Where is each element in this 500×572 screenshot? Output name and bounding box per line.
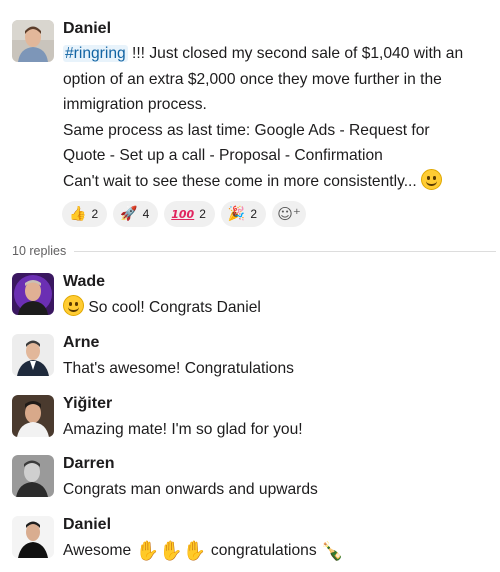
message-author[interactable]: Daniel: [63, 18, 496, 40]
reaction-count: 2: [91, 207, 99, 221]
message-body: That's awesome! Congratulations: [63, 356, 496, 382]
message-body: #ringring !!! Just closed my second sale…: [63, 41, 496, 194]
clapping-hands-icon: ✋: [159, 540, 183, 562]
reaction-count: 4: [142, 207, 150, 221]
message-body: Amazing mate! I'm so glad for you!: [63, 417, 496, 443]
champagne-bottle-icon: 🍾: [321, 541, 344, 562]
divider-line: [74, 250, 496, 252]
message-text: That's awesome! Congratulations: [63, 360, 294, 377]
message-text: Same process as last time: Google Ads - …: [63, 121, 430, 139]
reaction-party[interactable]: 🎉 2: [220, 201, 267, 227]
message-text: Quote - Set up a call - Proposal - Confi…: [63, 147, 383, 164]
reaction-count: 2: [199, 207, 206, 221]
message-text: Can't wait to see these come in more con…: [63, 172, 417, 190]
message-text: !!! Just closed my second sale of $1,040…: [127, 45, 464, 62]
thumbs-up-icon: 👍: [69, 206, 87, 222]
message-author[interactable]: Arne: [63, 332, 496, 354]
reaction-rocket[interactable]: 🚀 4: [113, 201, 159, 227]
message-text: immigration process.: [63, 96, 207, 113]
avatar[interactable]: [12, 273, 54, 315]
message-body: So cool! Congrats Daniel: [63, 295, 496, 321]
clapping-hands-icon: ✋: [182, 540, 207, 562]
avatar[interactable]: [12, 334, 54, 376]
reaction-thumbs-up[interactable]: 👍 2: [62, 201, 108, 227]
reply-message: Darren Congrats man onwards and upwards: [63, 453, 496, 503]
smile-emoji-icon: [63, 295, 84, 316]
reaction-hundred[interactable]: 100 2: [164, 201, 215, 227]
message-body: Congrats man onwards and upwards: [63, 477, 496, 503]
message-author[interactable]: Darren: [63, 453, 496, 475]
smile-emoji-icon: [421, 168, 443, 190]
avatar[interactable]: [12, 516, 54, 558]
reply-message: Daniel Awesome ✋✋✋ congratulations 🍾: [63, 514, 496, 565]
avatar[interactable]: [12, 395, 54, 437]
message-text: So cool! Congrats Daniel: [88, 299, 261, 316]
replies-divider: 10 replies: [12, 244, 496, 258]
replies-count[interactable]: 10 replies: [12, 244, 66, 258]
reaction-count: 2: [250, 207, 258, 221]
reactions-bar: 👍 2 🚀 4 100 2 🎉 2 ☺⁺: [62, 201, 307, 227]
message-author[interactable]: Yiğiter: [63, 393, 496, 415]
reply-message: Arne That's awesome! Congratulations: [63, 332, 496, 382]
message-author[interactable]: Wade: [63, 271, 496, 293]
message-text: Awesome: [63, 542, 132, 559]
reply-message: Wade So cool! Congrats Daniel: [63, 271, 496, 321]
avatar[interactable]: [12, 20, 54, 62]
rocket-icon: 🚀: [120, 206, 138, 222]
avatar[interactable]: [12, 455, 54, 497]
reply-message: Yiğiter Amazing mate! I'm so glad for yo…: [63, 393, 496, 443]
channel-link[interactable]: #ringring: [63, 45, 128, 62]
thread-view: Daniel #ringring !!! Just closed my seco…: [0, 0, 500, 572]
message-author[interactable]: Daniel: [63, 514, 496, 536]
message-text: Amazing mate! I'm so glad for you!: [63, 421, 303, 438]
parent-message: Daniel #ringring !!! Just closed my seco…: [63, 18, 496, 194]
message-text: Congrats man onwards and upwards: [63, 481, 318, 498]
clapping-hands-icon: ✋: [135, 540, 160, 562]
add-reaction-button[interactable]: ☺⁺: [272, 201, 307, 227]
message-text: option of an extra $2,000 once they move…: [63, 70, 442, 88]
party-popper-icon: 🎉: [227, 206, 246, 222]
message-body: Awesome ✋✋✋ congratulations 🍾: [63, 538, 496, 565]
add-reaction-icon: ☺⁺: [277, 205, 301, 223]
hundred-points-icon: 100: [171, 207, 195, 221]
message-text: congratulations: [210, 542, 317, 559]
